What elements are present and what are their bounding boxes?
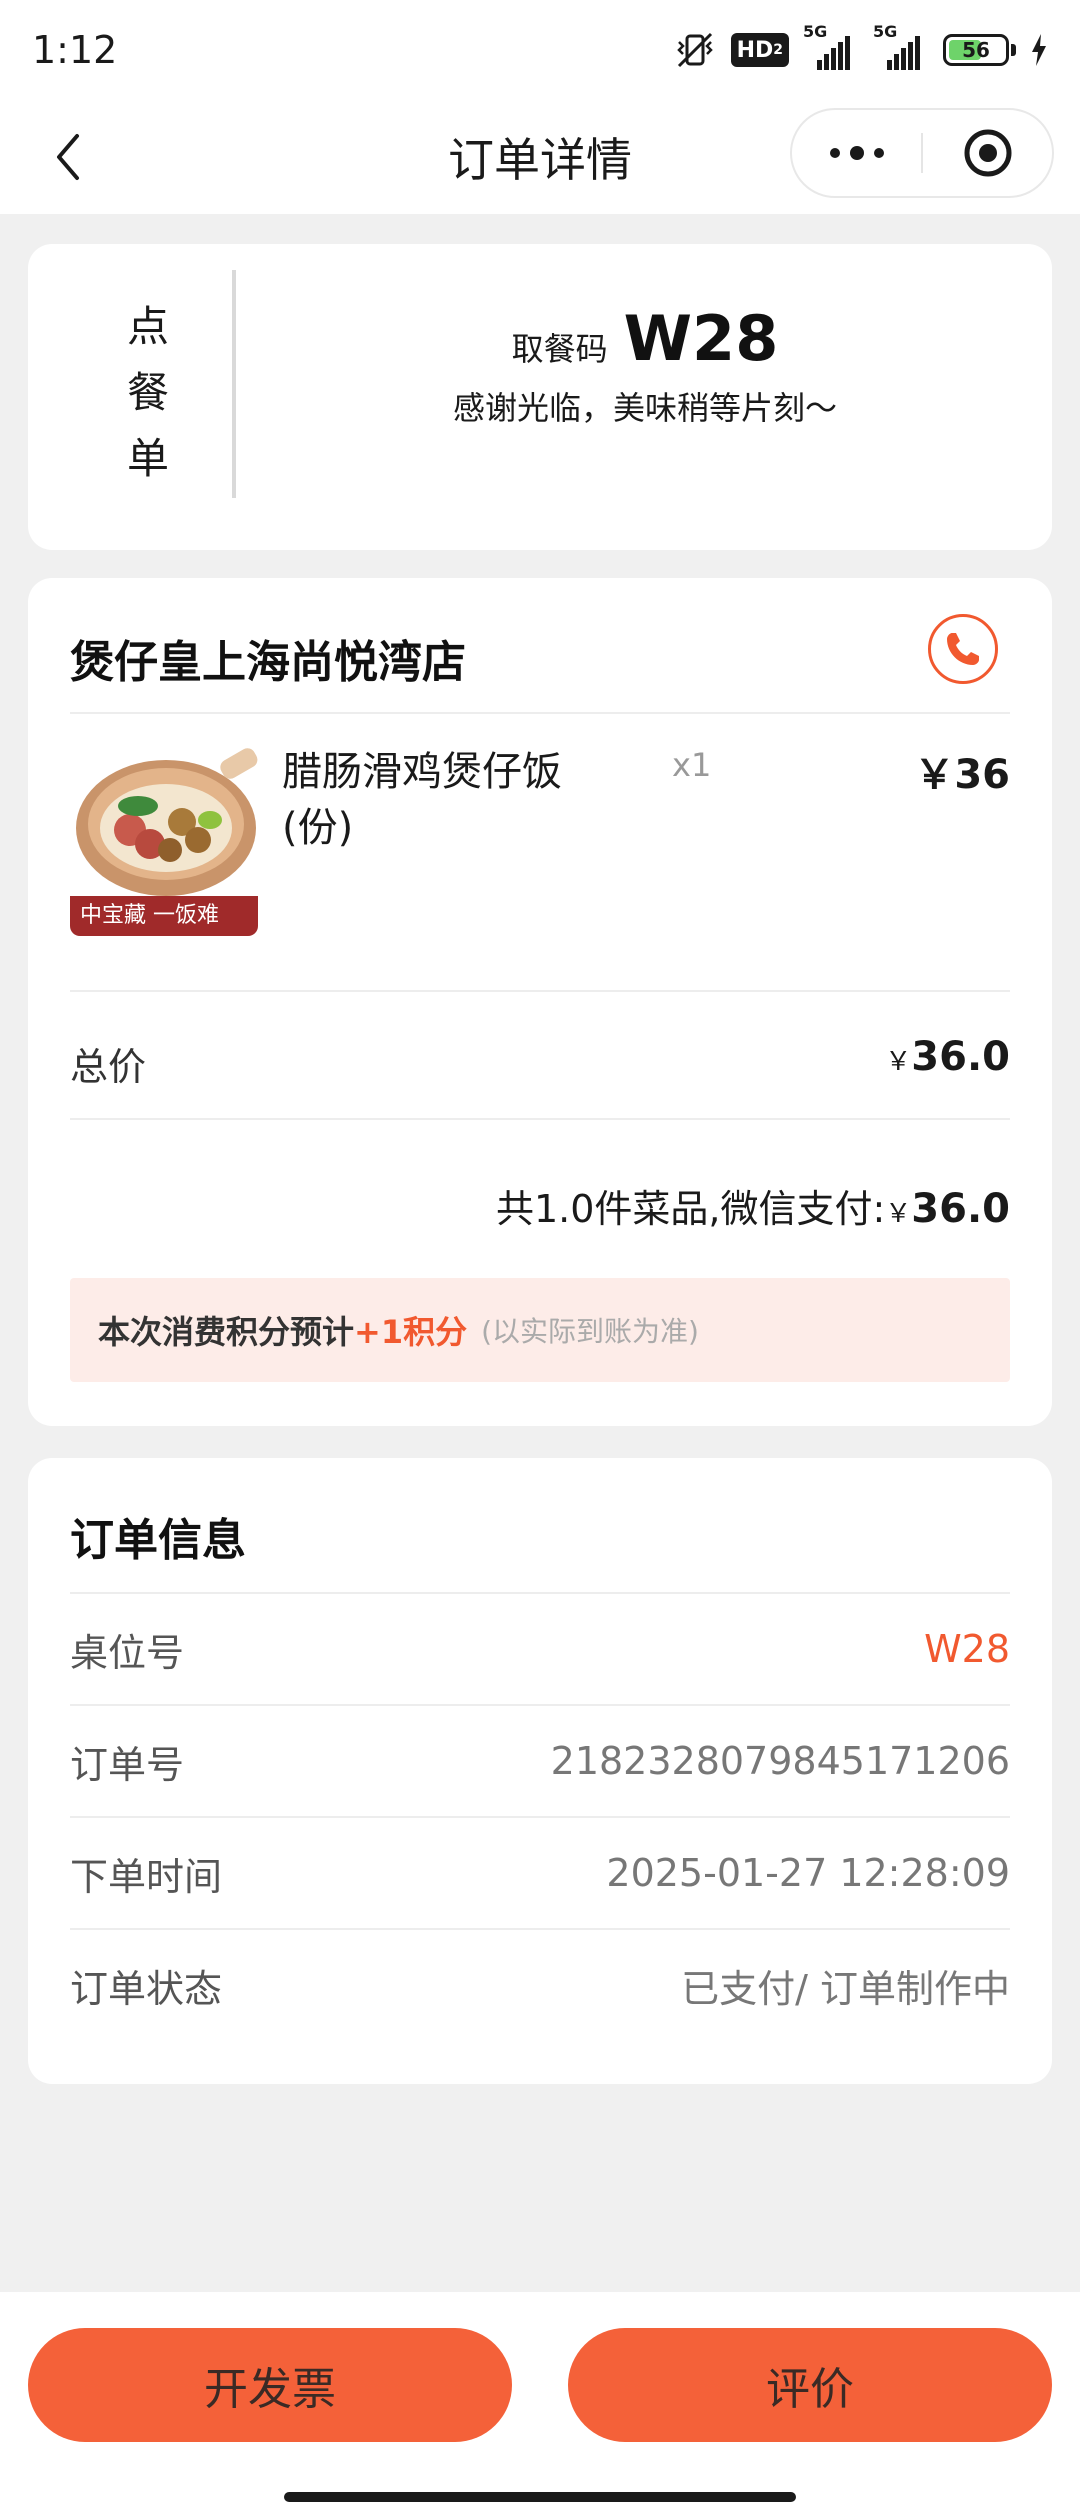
hd-sub: 2 xyxy=(773,42,783,58)
dish-quantity: x1 xyxy=(672,746,712,784)
chevron-left-icon xyxy=(57,134,79,180)
invoice-button[interactable]: 开发票 xyxy=(28,2328,512,2442)
info-row-time: 下单时间 2025-01-27 12:28:09 xyxy=(70,1816,1010,1928)
total-price: ￥36.0 xyxy=(885,1034,1010,1080)
order-info-card: 订单信息 桌位号 W28 订单号 2182328079845171206 下单时… xyxy=(28,1458,1052,2084)
bottom-action-bar: 开发票 评价 xyxy=(0,2292,1080,2520)
info-row-status: 订单状态 已支付/ 订单制作中 xyxy=(70,1928,1010,2040)
signal-icon-2: 5G xyxy=(873,22,929,70)
back-button[interactable] xyxy=(38,124,98,190)
pickup-code: W28 xyxy=(623,302,779,375)
signal-icon-1: 5G xyxy=(803,22,859,70)
pickup-code-label: 取餐码 xyxy=(511,330,608,368)
more-button[interactable] xyxy=(792,110,921,196)
order-ticket-label: 点 餐 单 xyxy=(118,294,178,492)
more-dots-icon xyxy=(829,146,884,160)
info-label: 订单号 xyxy=(70,1742,185,1787)
vertical-char: 单 xyxy=(126,434,169,483)
call-store-button[interactable] xyxy=(928,614,998,684)
status-bar: 1:12 HD 2 5G 5G 56 xyxy=(0,0,1080,100)
info-row-order-id: 订单号 2182328079845171206 xyxy=(70,1704,1010,1816)
vertical-char: 餐 xyxy=(126,368,169,417)
miniprogram-capsule xyxy=(790,108,1054,198)
currency-symbol: ￥ xyxy=(885,1047,912,1077)
currency-symbol: ￥ xyxy=(885,1199,912,1229)
info-label: 桌位号 xyxy=(70,1630,185,1675)
order-number[interactable]: 2182328079845171206 xyxy=(551,1739,1010,1783)
nav-bar: 订单详情 xyxy=(0,100,1080,214)
points-text: 本次消费积分预计 xyxy=(98,1313,355,1351)
net-type-1: 5G xyxy=(803,22,828,41)
dish-banner-text: 中宝藏 一饭难 xyxy=(80,903,219,928)
thanks-message: 感谢光临，美味稍等片刻～ xyxy=(452,389,837,427)
points-note: (以实际到账为准) xyxy=(481,1315,699,1348)
payment-summary: 共1.0件菜品,微信支付: ￥ 36.0 xyxy=(496,1178,1010,1233)
dish-name: 腊肠滑鸡煲仔饭(份) xyxy=(282,749,562,851)
table-number: W28 xyxy=(924,1627,1010,1671)
mute-vibrate-icon xyxy=(673,30,717,70)
total-label: 总价 xyxy=(70,1045,147,1089)
divider xyxy=(70,990,1010,992)
target-close-icon xyxy=(964,129,1011,177)
order-time: 2025-01-27 12:28:09 xyxy=(606,1851,1010,1895)
status-icons: HD 2 5G 5G 56 xyxy=(673,22,1048,70)
points-notice: 本次消费积分预计 +1积分 (以实际到账为准) xyxy=(70,1278,1010,1382)
vertical-char: 点 xyxy=(126,302,169,351)
dish-image: 中宝藏 一饭难 xyxy=(70,748,258,936)
review-button[interactable]: 评价 xyxy=(568,2328,1052,2442)
battery-level: 56 xyxy=(962,38,990,62)
pickup-info: 取餐码 W28 感谢光临，美味稍等片刻～ xyxy=(238,302,1052,429)
order-card: 煲仔皇上海尚悦湾店 中宝藏 一饭难 腊肠滑鸡煲仔饭(份) x1 ￥36 总价 ￥… xyxy=(28,578,1052,1426)
divider xyxy=(70,712,1010,714)
dish-price: ￥36 xyxy=(914,752,1010,798)
status-time: 1:12 xyxy=(32,28,118,72)
hd-voice-icon: HD 2 xyxy=(730,33,789,67)
divider xyxy=(70,1118,1010,1120)
points-value: +1积分 xyxy=(354,1313,468,1351)
net-type-2: 5G xyxy=(873,22,898,41)
pickup-card: 点 餐 单 取餐码 W28 感谢光临，美味稍等片刻～ xyxy=(28,244,1052,550)
order-info-title: 订单信息 xyxy=(70,1515,246,1566)
summary-text: 共1.0件菜品,微信支付: xyxy=(495,1187,886,1231)
info-label: 下单时间 xyxy=(70,1854,223,1899)
order-status: 已支付/ 订单制作中 xyxy=(681,1966,1010,2011)
close-miniprogram-button[interactable] xyxy=(923,110,1052,196)
store-name: 煲仔皇上海尚悦湾店 xyxy=(70,637,466,688)
home-indicator[interactable] xyxy=(284,2492,796,2502)
info-row-table: 桌位号 W28 xyxy=(70,1592,1010,1704)
page-title: 订单详情 xyxy=(448,133,632,187)
pickup-divider xyxy=(232,270,236,498)
order-detail-page: 1:12 HD 2 5G 5G 56 订单详情 点 餐 单 取餐码 W28 感谢… xyxy=(0,0,1080,2520)
battery-icon: 56 xyxy=(943,34,1009,66)
summary-amount: 36.0 xyxy=(911,1186,1010,1232)
hd-label: HD xyxy=(736,37,774,63)
info-label: 订单状态 xyxy=(70,1966,223,2011)
phone-icon xyxy=(947,633,979,665)
charging-icon xyxy=(1030,34,1048,66)
total-value: 36.0 xyxy=(911,1034,1010,1080)
